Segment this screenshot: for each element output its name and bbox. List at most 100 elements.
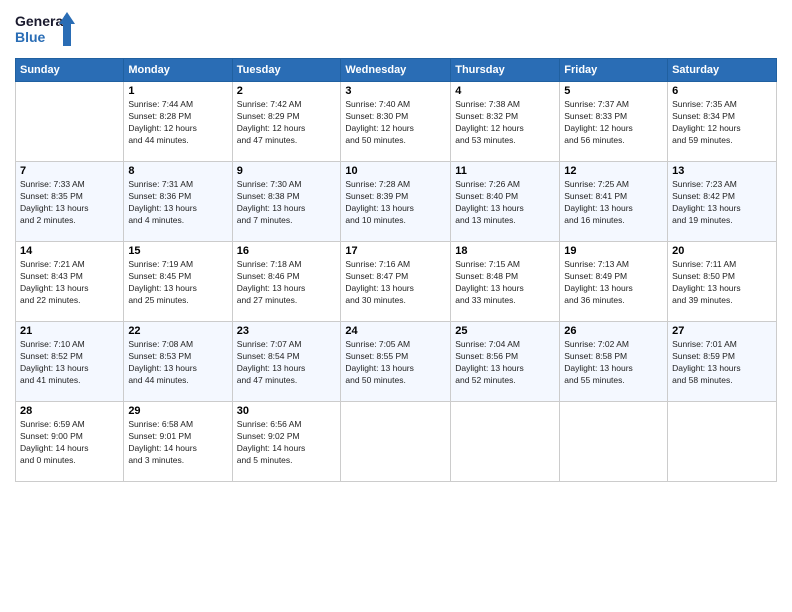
day-number: 21 (20, 325, 119, 337)
day-number: 16 (237, 245, 337, 257)
day-number: 25 (455, 325, 555, 337)
day-number: 3 (345, 85, 446, 97)
page: General Blue SundayMondayTuesdayWednesda… (0, 0, 792, 612)
day-info: Sunrise: 7:19 AM Sunset: 8:45 PM Dayligh… (128, 259, 227, 307)
day-info: Sunrise: 7:28 AM Sunset: 8:39 PM Dayligh… (345, 179, 446, 227)
day-number: 15 (128, 245, 227, 257)
day-info: Sunrise: 7:21 AM Sunset: 8:43 PM Dayligh… (20, 259, 119, 307)
calendar-cell: 4 Sunrise: 7:38 AM Sunset: 8:32 PM Daylig… (451, 82, 560, 162)
calendar-cell: 26 Sunrise: 7:02 AM Sunset: 8:58 PM Dayli… (560, 322, 668, 402)
calendar-cell: 13 Sunrise: 7:23 AM Sunset: 8:42 PM Dayli… (668, 162, 777, 242)
calendar-cell: 18 Sunrise: 7:15 AM Sunset: 8:48 PM Dayli… (451, 242, 560, 322)
day-info: Sunrise: 7:42 AM Sunset: 8:29 PM Dayligh… (237, 99, 337, 147)
calendar-cell: 8 Sunrise: 7:31 AM Sunset: 8:36 PM Daylig… (124, 162, 232, 242)
day-number: 1 (128, 85, 227, 97)
day-number: 10 (345, 165, 446, 177)
day-number: 14 (20, 245, 119, 257)
logo-svg: General Blue (15, 10, 75, 50)
weekday-header-row: SundayMondayTuesdayWednesdayThursdayFrid… (16, 59, 777, 82)
day-info: Sunrise: 6:59 AM Sunset: 9:00 PM Dayligh… (20, 419, 119, 467)
calendar-cell: 11 Sunrise: 7:26 AM Sunset: 8:40 PM Dayli… (451, 162, 560, 242)
weekday-header-sunday: Sunday (16, 59, 124, 82)
day-number: 12 (564, 165, 663, 177)
day-info: Sunrise: 7:23 AM Sunset: 8:42 PM Dayligh… (672, 179, 772, 227)
calendar-cell: 3 Sunrise: 7:40 AM Sunset: 8:30 PM Daylig… (341, 82, 451, 162)
calendar-cell: 30Sunrise: 6:56 AM Sunset: 9:02 PM Dayli… (232, 402, 341, 482)
weekday-header-monday: Monday (124, 59, 232, 82)
day-info: Sunrise: 7:05 AM Sunset: 8:55 PM Dayligh… (345, 339, 446, 387)
day-number: 19 (564, 245, 663, 257)
calendar-cell (16, 82, 124, 162)
day-info: Sunrise: 7:30 AM Sunset: 8:38 PM Dayligh… (237, 179, 337, 227)
day-info: Sunrise: 7:02 AM Sunset: 8:58 PM Dayligh… (564, 339, 663, 387)
week-row-5: 28 Sunrise: 6:59 AM Sunset: 9:00 PM Dayli… (16, 402, 777, 482)
day-number: 24 (345, 325, 446, 337)
calendar-cell: 10 Sunrise: 7:28 AM Sunset: 8:39 PM Dayli… (341, 162, 451, 242)
weekday-header-tuesday: Tuesday (232, 59, 341, 82)
week-row-3: 14 Sunrise: 7:21 AM Sunset: 8:43 PM Dayli… (16, 242, 777, 322)
day-info: Sunrise: 7:40 AM Sunset: 8:30 PM Dayligh… (345, 99, 446, 147)
day-info: Sunrise: 7:13 AM Sunset: 8:49 PM Dayligh… (564, 259, 663, 307)
calendar-cell: 6 Sunrise: 7:35 AM Sunset: 8:34 PM Daylig… (668, 82, 777, 162)
calendar-cell (451, 402, 560, 482)
calendar-cell (560, 402, 668, 482)
calendar-cell: 20Sunrise: 7:11 AM Sunset: 8:50 PM Dayli… (668, 242, 777, 322)
day-number: 13 (672, 165, 772, 177)
day-number: 28 (20, 405, 119, 417)
day-info: Sunrise: 7:01 AM Sunset: 8:59 PM Dayligh… (672, 339, 772, 387)
day-number: 27 (672, 325, 772, 337)
calendar-cell: 22Sunrise: 7:08 AM Sunset: 8:53 PM Dayli… (124, 322, 232, 402)
day-number: 29 (128, 405, 227, 417)
day-info: Sunrise: 7:04 AM Sunset: 8:56 PM Dayligh… (455, 339, 555, 387)
day-info: Sunrise: 7:37 AM Sunset: 8:33 PM Dayligh… (564, 99, 663, 147)
calendar-cell: 29 Sunrise: 6:58 AM Sunset: 9:01 PM Dayli… (124, 402, 232, 482)
day-number: 8 (128, 165, 227, 177)
day-info: Sunrise: 7:25 AM Sunset: 8:41 PM Dayligh… (564, 179, 663, 227)
calendar-cell: 1 Sunrise: 7:44 AM Sunset: 8:28 PM Daylig… (124, 82, 232, 162)
day-info: Sunrise: 6:58 AM Sunset: 9:01 PM Dayligh… (128, 419, 227, 467)
day-info: Sunrise: 7:33 AM Sunset: 8:35 PM Dayligh… (20, 179, 119, 227)
calendar-cell: 17 Sunrise: 7:16 AM Sunset: 8:47 PM Dayli… (341, 242, 451, 322)
day-number: 6 (672, 85, 772, 97)
calendar-cell: 19 Sunrise: 7:13 AM Sunset: 8:49 PM Dayli… (560, 242, 668, 322)
day-number: 17 (345, 245, 446, 257)
day-number: 22 (128, 325, 227, 337)
calendar-cell: 28 Sunrise: 6:59 AM Sunset: 9:00 PM Dayli… (16, 402, 124, 482)
calendar-cell (341, 402, 451, 482)
calendar-cell: 21 Sunrise: 7:10 AM Sunset: 8:52 PM Dayli… (16, 322, 124, 402)
calendar-cell: 12 Sunrise: 7:25 AM Sunset: 8:41 PM Dayli… (560, 162, 668, 242)
week-row-2: 7Sunrise: 7:33 AM Sunset: 8:35 PM Daylig… (16, 162, 777, 242)
logo: General Blue (15, 10, 75, 50)
day-info: Sunrise: 7:44 AM Sunset: 8:28 PM Dayligh… (128, 99, 227, 147)
day-info: Sunrise: 7:07 AM Sunset: 8:54 PM Dayligh… (237, 339, 337, 387)
calendar-cell: 25 Sunrise: 7:04 AM Sunset: 8:56 PM Dayli… (451, 322, 560, 402)
day-number: 26 (564, 325, 663, 337)
day-number: 18 (455, 245, 555, 257)
calendar-cell: 24 Sunrise: 7:05 AM Sunset: 8:55 PM Dayli… (341, 322, 451, 402)
calendar-cell: 15 Sunrise: 7:19 AM Sunset: 8:45 PM Dayli… (124, 242, 232, 322)
day-info: Sunrise: 7:31 AM Sunset: 8:36 PM Dayligh… (128, 179, 227, 227)
week-row-1: 1 Sunrise: 7:44 AM Sunset: 8:28 PM Daylig… (16, 82, 777, 162)
day-info: Sunrise: 7:11 AM Sunset: 8:50 PM Dayligh… (672, 259, 772, 307)
weekday-header-wednesday: Wednesday (341, 59, 451, 82)
day-info: Sunrise: 7:15 AM Sunset: 8:48 PM Dayligh… (455, 259, 555, 307)
calendar-cell: 27 Sunrise: 7:01 AM Sunset: 8:59 PM Dayli… (668, 322, 777, 402)
day-info: Sunrise: 7:16 AM Sunset: 8:47 PM Dayligh… (345, 259, 446, 307)
day-info: Sunrise: 7:10 AM Sunset: 8:52 PM Dayligh… (20, 339, 119, 387)
calendar-cell: 14 Sunrise: 7:21 AM Sunset: 8:43 PM Dayli… (16, 242, 124, 322)
day-number: 5 (564, 85, 663, 97)
day-number: 11 (455, 165, 555, 177)
svg-text:General: General (15, 13, 67, 29)
day-number: 4 (455, 85, 555, 97)
day-number: 2 (237, 85, 337, 97)
calendar-table: SundayMondayTuesdayWednesdayThursdayFrid… (15, 58, 777, 482)
weekday-header-friday: Friday (560, 59, 668, 82)
calendar-cell: 2 Sunrise: 7:42 AM Sunset: 8:29 PM Daylig… (232, 82, 341, 162)
day-info: Sunrise: 6:56 AM Sunset: 9:02 PM Dayligh… (237, 419, 337, 467)
day-info: Sunrise: 7:35 AM Sunset: 8:34 PM Dayligh… (672, 99, 772, 147)
day-number: 23 (237, 325, 337, 337)
weekday-header-saturday: Saturday (668, 59, 777, 82)
day-info: Sunrise: 7:38 AM Sunset: 8:32 PM Dayligh… (455, 99, 555, 147)
calendar-cell: 23 Sunrise: 7:07 AM Sunset: 8:54 PM Dayli… (232, 322, 341, 402)
day-info: Sunrise: 7:26 AM Sunset: 8:40 PM Dayligh… (455, 179, 555, 227)
